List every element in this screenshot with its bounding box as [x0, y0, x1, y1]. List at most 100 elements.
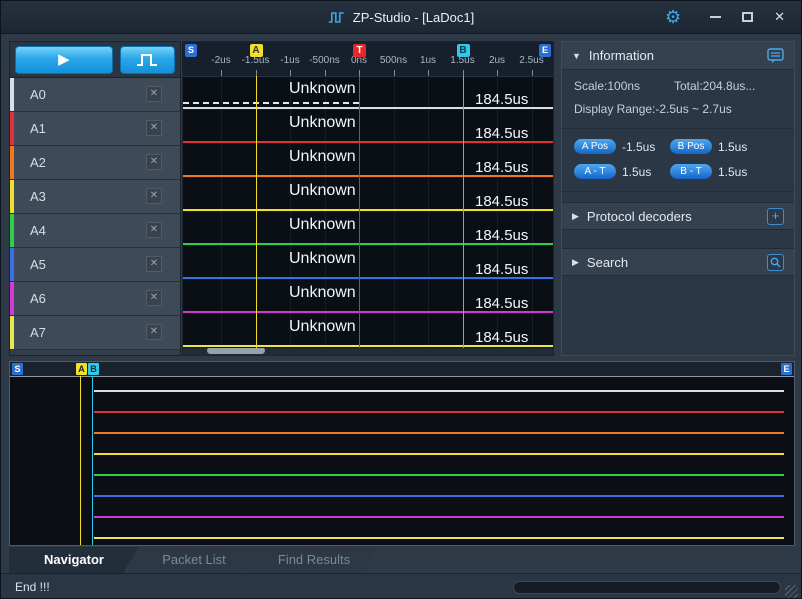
close-button[interactable]: ✕	[774, 9, 785, 25]
channel-close-icon[interactable]: ✕	[146, 120, 162, 136]
window-title: ZP-Studio - [LaDoc1]	[353, 10, 474, 25]
waveform-row[interactable]: Unknown184.5us	[183, 178, 553, 212]
waveform-row[interactable]: Unknown184.5us	[183, 246, 553, 280]
display-range-row: Display Range:-2.5us ~ 2.7us	[574, 102, 782, 116]
channel-row[interactable]: A5✕	[10, 248, 180, 282]
waveform-row[interactable]: Unknown 184.5us	[183, 314, 553, 348]
navigator-marker-b-line[interactable]	[92, 376, 93, 545]
section-gap	[562, 230, 794, 248]
play-icon: ▶	[58, 52, 70, 67]
scrollbar-thumb[interactable]	[207, 347, 265, 354]
ruler-tick-label: -1us	[280, 55, 299, 66]
channel-row[interactable]: A0✕	[10, 78, 180, 112]
ruler-tick-label: 2us	[489, 55, 505, 66]
information-panel: ▼ Information Scale:100ns Total:204.8us.…	[561, 41, 795, 356]
channel-row[interactable]: A4✕	[10, 214, 180, 248]
channel-row[interactable]: A7✕	[10, 316, 180, 350]
waveform-rows[interactable]: Unknown 184.5us Unknown 184.5us Unknown 184.5…	[183, 76, 553, 348]
trigger-button[interactable]	[120, 46, 175, 74]
measure-label: 184.5us	[475, 261, 528, 278]
channel-row[interactable]: A2✕	[10, 146, 180, 180]
navigator-marker-b-tag[interactable]: B	[88, 363, 99, 375]
navigator-signal-line	[94, 432, 784, 434]
decoded-value-label: Unknown	[289, 80, 356, 98]
display-range-value: Display Range:-2.5us ~ 2.7us	[574, 102, 732, 116]
protocol-decoders-header[interactable]: ▶ Protocol decoders +	[562, 202, 794, 230]
marker-flag-t[interactable]: T	[353, 44, 366, 57]
total-value: Total:204.8us...	[674, 79, 755, 93]
channel-row[interactable]: A3✕	[10, 180, 180, 214]
channel-panel: ▶ A0✕A1✕A2✕A3✕A4✕A5✕A6✕A7✕	[9, 41, 181, 356]
measure-label: 184.5us	[475, 159, 528, 176]
marker-position-row: A Pos -1.5us B Pos 1.5us	[574, 139, 794, 154]
marker-flag-a[interactable]: A	[250, 44, 263, 57]
channel-close-icon[interactable]: ✕	[146, 290, 162, 306]
notes-icon[interactable]	[767, 48, 784, 63]
add-decoder-icon[interactable]: +	[767, 208, 784, 225]
time-ruler[interactable]: -2us-1.5us-1us-500ns0ns500ns1us1.5us2us2…	[183, 42, 553, 77]
ruler-tick-label: -500ns	[309, 55, 340, 66]
channel-close-icon[interactable]: ✕	[146, 222, 162, 238]
channel-close-icon[interactable]: ✕	[146, 324, 162, 340]
navigator-marker-a-line[interactable]	[80, 376, 81, 545]
channel-row[interactable]: A1✕	[10, 112, 180, 146]
search-icon[interactable]	[767, 254, 784, 271]
resize-grip[interactable]	[785, 585, 798, 598]
navigator-end-tag[interactable]: E	[781, 363, 792, 375]
waveform-row[interactable]: Unknown 184.5us	[183, 76, 553, 110]
divider	[562, 191, 794, 192]
channel-color-strip	[10, 214, 14, 247]
marker-line-t[interactable]	[359, 76, 360, 348]
decoded-value-label: Unknown	[289, 216, 356, 234]
b-pos-value: 1.5us	[718, 140, 766, 154]
information-body: Scale:100ns Total:204.8us... Display Ran…	[562, 79, 794, 192]
waveform-row[interactable]: Unknown184.5us	[183, 144, 553, 178]
navigator-signal-line	[94, 453, 784, 455]
signal-dashed-line	[183, 102, 359, 104]
a-t-value: 1.5us	[622, 165, 670, 179]
tab-navigator[interactable]: Navigator	[9, 547, 139, 573]
app-window: ZP-Studio - [LaDoc1] ⚙ ✕ ▶ A0✕A1✕A2✕A3✕A…	[0, 0, 802, 599]
titlebar: ZP-Studio - [LaDoc1] ⚙ ✕	[1, 1, 801, 34]
navigator-signal-line	[94, 411, 784, 413]
capture-toolbar: ▶	[10, 42, 180, 78]
channel-color-strip	[10, 112, 14, 145]
search-header[interactable]: ▶ Search	[562, 248, 794, 276]
measure-label: 184.5us	[475, 329, 528, 346]
run-button[interactable]: ▶	[15, 46, 113, 74]
marker-line-b[interactable]	[463, 76, 464, 348]
channel-close-icon[interactable]: ✕	[146, 86, 162, 102]
tab-packet-list[interactable]: Packet List	[129, 547, 259, 573]
marker-line-a[interactable]	[256, 76, 257, 348]
navigator-panel[interactable]: S AB E	[9, 361, 795, 546]
waveform-row[interactable]: Unknown184.5us	[183, 110, 553, 144]
channel-close-icon[interactable]: ✕	[146, 188, 162, 204]
bottom-tabs: NavigatorPacket ListFind Results	[9, 547, 369, 573]
channel-list: A0✕A1✕A2✕A3✕A4✕A5✕A6✕A7✕	[10, 78, 180, 350]
measure-label: 184.5us	[475, 91, 528, 108]
b-t-badge: B - T	[670, 164, 712, 179]
navigator-ruler[interactable]: S AB E	[10, 362, 794, 377]
channel-close-icon[interactable]: ✕	[146, 154, 162, 170]
measure-label: 184.5us	[475, 227, 528, 244]
waveform-row[interactable]: Unknown 184.5us	[183, 212, 553, 246]
settings-gear-icon[interactable]: ⚙	[665, 8, 681, 26]
decoded-value-label: Unknown	[289, 318, 356, 336]
scale-value: Scale:100ns	[574, 79, 674, 93]
tab-find-results[interactable]: Find Results	[249, 547, 379, 573]
measure-label: 184.5us	[475, 295, 528, 312]
window-controls: ⚙ ✕	[665, 1, 785, 33]
navigator-start-tag[interactable]: S	[12, 363, 23, 375]
minimize-button[interactable]	[710, 16, 721, 18]
channel-row[interactable]: A6✕	[10, 282, 180, 316]
channel-close-icon[interactable]: ✕	[146, 256, 162, 272]
marker-flag-b[interactable]: B	[457, 44, 470, 57]
waveform-row[interactable]: Unknown 184.5us	[183, 280, 553, 314]
navigator-signal-line	[94, 537, 784, 539]
scale-total-row: Scale:100ns Total:204.8us...	[574, 79, 782, 93]
decoded-value-label: Unknown	[289, 284, 356, 302]
navigator-marker-a-tag[interactable]: A	[76, 363, 87, 375]
information-header[interactable]: ▼ Information	[562, 42, 794, 70]
maximize-button[interactable]	[742, 12, 753, 22]
a-pos-value: -1.5us	[622, 140, 670, 154]
